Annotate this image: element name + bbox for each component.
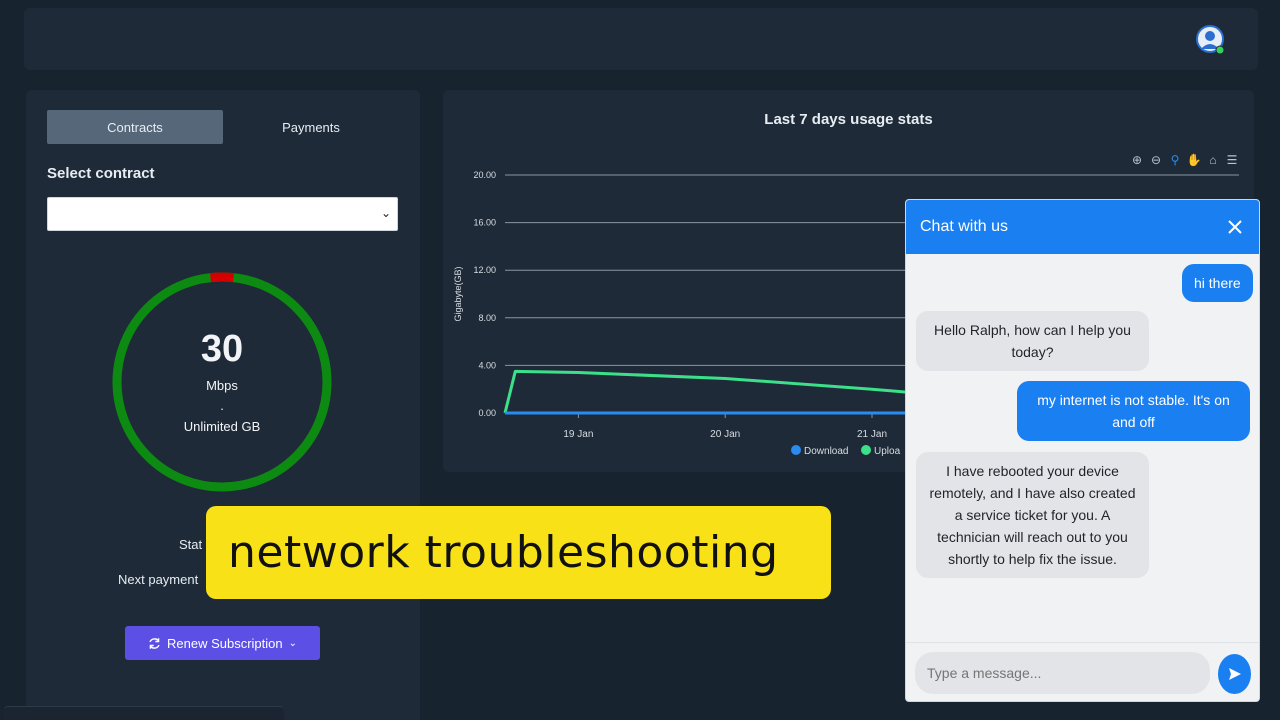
close-icon[interactable] — [1223, 215, 1247, 239]
next-payment-label: Next payment — [118, 572, 199, 587]
contract-tabs: Contracts Payments — [47, 110, 399, 144]
send-button[interactable] — [1218, 654, 1251, 694]
refresh-icon — [149, 637, 160, 649]
renew-subscription-button[interactable]: Renew Subscription ⌄ — [125, 626, 320, 660]
x-tick-label: 20 Jan — [710, 429, 740, 440]
speed-value: 30 — [200, 328, 244, 370]
chat-title: Chat with us — [920, 218, 1009, 235]
legend-marker-upload — [861, 445, 871, 455]
chat-message-input[interactable] — [915, 652, 1210, 694]
y-tick-label: 0.00 — [478, 408, 496, 418]
chat-message-agent: Hello Ralph, how can I help you today? — [916, 311, 1149, 371]
y-tick-label: 12.00 — [473, 265, 496, 275]
caption-banner: network troubleshooting — [206, 506, 831, 599]
y-tick-label: 16.00 — [473, 218, 496, 228]
home-icon[interactable]: ⌂ — [1205, 152, 1221, 168]
zoom-select-icon[interactable]: ⚲ — [1167, 152, 1183, 168]
gauge-marker — [210, 272, 234, 283]
chat-widget: Chat with us hi there Hello Ralph, how c… — [905, 199, 1260, 702]
chart-toolbar: ⊕ ⊖ ⚲ ✋ ⌂ ☰ — [1129, 152, 1240, 168]
user-avatar-icon[interactable] — [1196, 25, 1226, 55]
pan-icon[interactable]: ✋ — [1186, 152, 1202, 168]
speed-unit: Mbps — [206, 378, 238, 393]
y-axis-label: Gigabyte(GB) — [453, 266, 463, 321]
chat-message-user: my internet is not stable. It's on and o… — [1017, 381, 1250, 441]
chevron-down-icon: ⌄ — [288, 637, 297, 649]
bottom-bar — [4, 706, 284, 720]
menu-icon[interactable]: ☰ — [1224, 152, 1240, 168]
y-tick-label: 4.00 — [478, 360, 496, 370]
contract-panel: Contracts Payments Select contract ⌄ 30 … — [26, 90, 420, 720]
zoom-in-icon[interactable]: ⊕ — [1129, 152, 1145, 168]
speed-separator: . — [220, 398, 224, 413]
y-tick-label: 8.00 — [478, 313, 496, 323]
chat-message-user: hi there — [1182, 264, 1253, 302]
chat-header: Chat with us — [906, 200, 1259, 254]
legend-label: Uploa — [874, 446, 901, 457]
legend-marker-download — [791, 445, 801, 455]
chat-message-agent: I have rebooted your device remotely, an… — [916, 452, 1149, 578]
select-contract-label: Select contract — [47, 165, 155, 182]
chat-input-area — [906, 642, 1259, 701]
legend-label: Download — [804, 446, 848, 457]
chevron-down-icon: ⌄ — [380, 206, 391, 220]
tab-payments[interactable]: Payments — [223, 110, 399, 144]
tab-contracts[interactable]: Contracts — [47, 110, 223, 144]
top-bar — [24, 8, 1258, 70]
renew-subscription-label: Renew Subscription — [166, 635, 283, 651]
y-tick-label: 20.00 — [473, 170, 496, 180]
contract-select[interactable]: ⌄ — [47, 197, 398, 231]
zoom-out-icon[interactable]: ⊖ — [1148, 152, 1164, 168]
send-icon — [1228, 668, 1241, 680]
x-tick-label: 19 Jan — [563, 429, 593, 440]
caption-text: network troubleshooting — [228, 527, 779, 578]
x-tick-label: 21 Jan — [857, 429, 887, 440]
data-allowance: Unlimited GB — [183, 419, 261, 434]
status-label: Stat — [179, 537, 203, 552]
chart-title: Last 7 days usage stats — [764, 111, 933, 128]
